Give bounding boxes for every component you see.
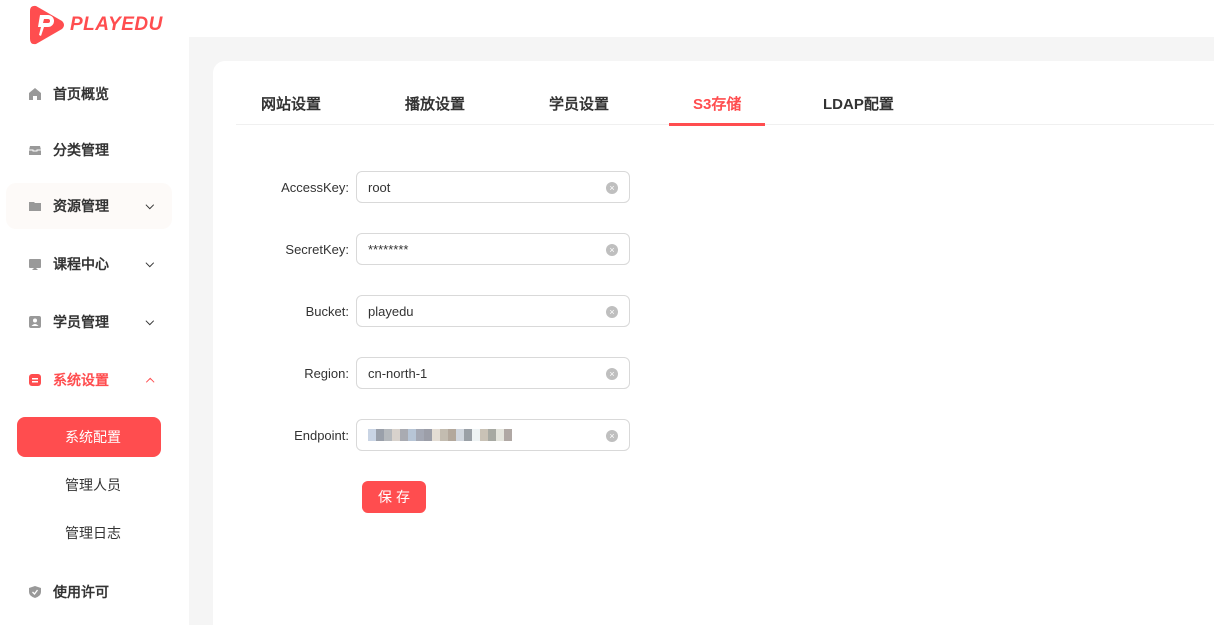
sidebar-item-label: 首页概览	[53, 86, 109, 102]
form-row-bucket: Bucket: playedu ×	[236, 295, 630, 327]
sidebar-item-license[interactable]: 使用许可	[6, 569, 172, 615]
access-key-input[interactable]: root ×	[356, 171, 630, 203]
folder-icon	[28, 199, 42, 213]
sidebar-subitem-admin-logs[interactable]: 管理日志	[17, 513, 161, 553]
chevron-down-icon: ⌵	[145, 315, 154, 328]
tab-student-settings[interactable]: 学员设置	[549, 88, 609, 125]
sidebar-item-label: 使用许可	[53, 584, 109, 600]
settings-tabs: 网站设置 播放设置 学员设置 S3存储 LDAP配置	[236, 88, 1214, 126]
form-row-secret-key: SecretKey: ******** ×	[236, 233, 630, 265]
clear-icon[interactable]: ×	[606, 306, 618, 318]
sidebar-subitem-system-config[interactable]: 系统配置	[17, 417, 161, 457]
access-key-label: AccessKey:	[281, 179, 349, 195]
monitor-icon	[28, 257, 42, 271]
form-row-region: Region: cn-north-1 ×	[236, 357, 630, 389]
endpoint-label: Endpoint:	[294, 427, 349, 443]
tab-website-settings[interactable]: 网站设置	[261, 88, 321, 125]
shield-icon	[28, 585, 42, 599]
form-row-endpoint: Endpoint: ×	[236, 419, 630, 451]
settings-card	[213, 61, 1214, 625]
chevron-up-icon: ⌵	[145, 374, 154, 387]
chevron-down-icon: ⌵	[145, 257, 154, 270]
user-card-icon	[28, 315, 42, 329]
sidebar-subitem-label: 管理日志	[65, 525, 121, 541]
tab-playback-settings[interactable]: 播放设置	[405, 88, 465, 125]
sidebar-subitem-label: 系统配置	[65, 429, 121, 445]
region-label: Region:	[304, 365, 349, 381]
chevron-down-icon: ⌵	[145, 199, 154, 212]
playedu-logo-icon	[30, 5, 64, 45]
secret-key-value: ********	[368, 241, 409, 257]
sidebar-item-label: 资源管理	[53, 198, 109, 214]
bucket-label: Bucket:	[305, 303, 349, 319]
sidebar-subitem-label: 管理人员	[65, 477, 121, 493]
sidebar-item-label: 系统设置	[53, 372, 109, 388]
sidebar-item-label: 分类管理	[53, 142, 109, 158]
inbox-icon	[28, 143, 42, 157]
sidebar-item-system-settings[interactable]: 系统设置 ⌵	[6, 357, 172, 403]
sidebar: PLAYEDU 首页概览 分类管理 资源管理 ⌵ 课程中心 ⌵ 学员管理 ⌵ 系…	[0, 0, 189, 625]
sidebar-subitem-admins[interactable]: 管理人员	[17, 465, 161, 505]
secret-key-label: SecretKey:	[285, 241, 349, 257]
access-key-value: root	[368, 179, 391, 195]
sidebar-item-label: 学员管理	[53, 314, 109, 330]
sidebar-item-courses[interactable]: 课程中心 ⌵	[6, 241, 172, 287]
bucket-input[interactable]: playedu ×	[356, 295, 630, 327]
blurred-endpoint-value	[368, 429, 512, 441]
region-input[interactable]: cn-north-1 ×	[356, 357, 630, 389]
save-button[interactable]: 保存	[362, 481, 426, 513]
sidebar-item-students[interactable]: 学员管理 ⌵	[6, 299, 172, 345]
sidebar-item-label: 课程中心	[53, 256, 109, 272]
clear-icon[interactable]: ×	[606, 244, 618, 256]
settings-icon	[28, 373, 42, 387]
home-icon	[28, 87, 42, 101]
endpoint-input[interactable]: ×	[356, 419, 630, 451]
bucket-value: playedu	[368, 303, 414, 319]
region-value: cn-north-1	[368, 365, 428, 381]
logo[interactable]: PLAYEDU	[26, 5, 163, 45]
sidebar-item-categories[interactable]: 分类管理	[6, 127, 172, 173]
sidebar-item-resources[interactable]: 资源管理 ⌵	[6, 183, 172, 229]
sidebar-item-dashboard[interactable]: 首页概览	[6, 71, 172, 117]
clear-icon[interactable]: ×	[606, 368, 618, 380]
clear-icon[interactable]: ×	[606, 430, 618, 442]
secret-key-input[interactable]: ******** ×	[356, 233, 630, 265]
tab-ldap-config[interactable]: LDAP配置	[823, 88, 894, 125]
form-row-access-key: AccessKey: root ×	[236, 171, 630, 203]
tab-s3-storage[interactable]: S3存储	[668, 88, 766, 126]
brand-name: PLAYEDU	[70, 14, 163, 35]
clear-icon[interactable]: ×	[606, 182, 618, 194]
